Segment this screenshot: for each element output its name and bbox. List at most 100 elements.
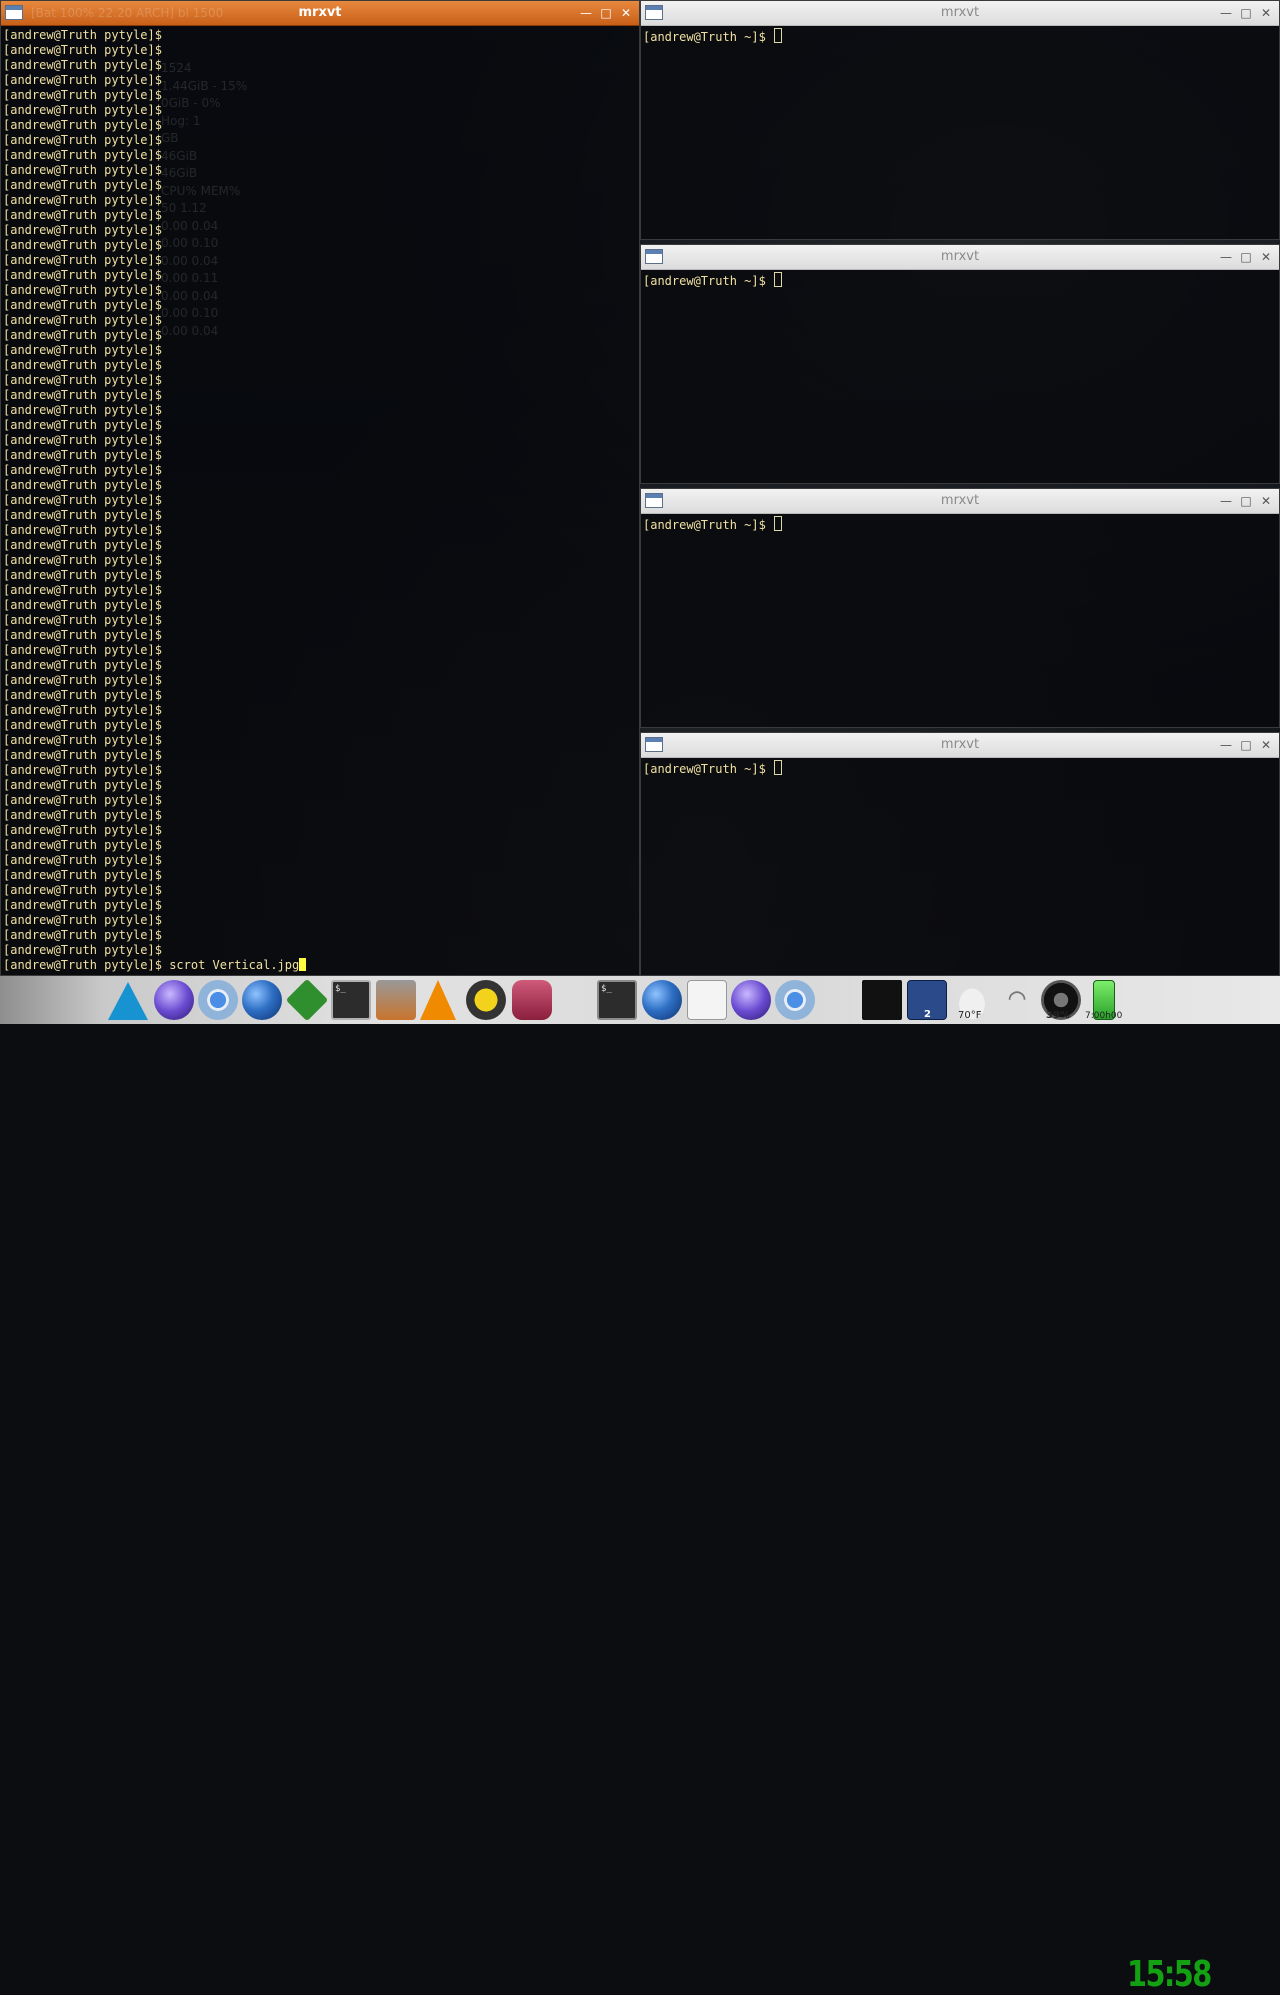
- terminal-line: [andrew@Truth pytyle]$: [3, 883, 637, 898]
- terminal-line: [andrew@Truth pytyle]$: [3, 433, 637, 448]
- shell-prompt: [andrew@Truth pytyle]$: [3, 298, 162, 312]
- shell-prompt: [andrew@Truth pytyle]$: [3, 478, 162, 492]
- shell-prompt: [andrew@Truth pytyle]$: [3, 568, 162, 582]
- shell-prompt: [andrew@Truth pytyle]$: [3, 163, 162, 177]
- database-icon[interactable]: [512, 980, 552, 1020]
- shell-prompt: [andrew@Truth pytyle]$: [3, 103, 162, 117]
- terminal-line: [andrew@Truth pytyle]$: [3, 223, 637, 238]
- minimize-button[interactable]: —: [1217, 248, 1235, 266]
- terminal-output[interactable]: [andrew@Truth pytyle]$ [andrew@Truth pyty…: [1, 27, 639, 975]
- wifi-icon[interactable]: ◠: [997, 980, 1037, 1020]
- shell-prompt: [andrew@Truth pytyle]$: [3, 208, 162, 222]
- app-switcher-icon[interactable]: [862, 980, 902, 1020]
- shell-prompt: [andrew@Truth ~]$: [643, 274, 766, 288]
- window-title: mrxvt: [940, 737, 980, 752]
- terminal-line: [andrew@Truth pytyle]$: [3, 208, 637, 223]
- terminal-output[interactable]: [andrew@Truth ~]$: [641, 27, 1279, 239]
- close-button[interactable]: ✕: [1257, 4, 1275, 22]
- shell-prompt: [andrew@Truth pytyle]$: [3, 403, 162, 417]
- shell-prompt: [andrew@Truth pytyle]$: [3, 928, 162, 942]
- maximize-button[interactable]: □: [1237, 492, 1255, 510]
- document-task-icon[interactable]: [687, 980, 727, 1020]
- window-titlebar[interactable]: mrxvt — □ ✕: [641, 733, 1279, 758]
- command-input[interactable]: scrot Vertical.jpg: [169, 958, 299, 972]
- terminal-line: [andrew@Truth pytyle]$: [3, 703, 637, 718]
- minimize-button[interactable]: —: [577, 4, 595, 22]
- firefox-globe-icon[interactable]: [242, 980, 282, 1020]
- terminal-output[interactable]: [andrew@Truth ~]$: [641, 271, 1279, 483]
- window-titlebar[interactable]: mrxvt — □ ✕: [641, 1, 1279, 26]
- terminal-output[interactable]: [andrew@Truth ~]$: [641, 759, 1279, 975]
- terminal-line: [andrew@Truth pytyle]$: [3, 478, 637, 493]
- window-titlebar[interactable]: [Bat 100% 22.20 ARCH] bl 1500 mrxvt — □ …: [1, 1, 639, 26]
- window-titlebar[interactable]: mrxvt — □ ✕: [641, 489, 1279, 514]
- maximize-button[interactable]: □: [1237, 736, 1255, 754]
- globe-task-icon[interactable]: [642, 980, 682, 1020]
- terminal-line: [andrew@Truth pytyle]$: [3, 568, 637, 583]
- close-button[interactable]: ✕: [1257, 492, 1275, 510]
- terminal-window-1[interactable]: mrxvt — □ ✕ [andrew@Truth ~]$: [640, 0, 1280, 240]
- shell-prompt: [andrew@Truth pytyle]$: [3, 688, 162, 702]
- shell-prompt: [andrew@Truth pytyle]$: [3, 733, 162, 747]
- terminal-line: [andrew@Truth pytyle]$: [3, 748, 637, 763]
- terminal-window-4[interactable]: mrxvt — □ ✕ [andrew@Truth ~]$: [640, 732, 1280, 976]
- shell-prompt: [andrew@Truth ~]$: [643, 762, 766, 776]
- shell-prompt: [andrew@Truth pytyle]$: [3, 553, 162, 567]
- minimize-button[interactable]: —: [1217, 4, 1235, 22]
- volume-percent: 39%: [1046, 1010, 1070, 1021]
- terminal-line: [andrew@Truth pytyle]$: [3, 328, 637, 343]
- terminal-line: [andrew@Truth pytyle]$: [3, 613, 637, 628]
- minimize-button[interactable]: —: [1217, 736, 1235, 754]
- close-button[interactable]: ✕: [1257, 248, 1275, 266]
- text-cursor: [299, 958, 307, 971]
- shell-prompt: [andrew@Truth pytyle]$: [3, 418, 162, 432]
- maximize-button[interactable]: □: [597, 4, 615, 22]
- maximize-button[interactable]: □: [1237, 248, 1255, 266]
- maximize-button[interactable]: □: [1237, 4, 1255, 22]
- terminal-line: [andrew@Truth pytyle]$: [3, 358, 637, 373]
- terminal-line: [andrew@Truth pytyle]$: [3, 853, 637, 868]
- tools-icon[interactable]: [376, 980, 416, 1020]
- shell-prompt: [andrew@Truth pytyle]$: [3, 763, 162, 777]
- terminal-window-main[interactable]: [Bat 100% 22.20 ARCH] bl 1500 mrxvt — □ …: [0, 0, 640, 976]
- orb-task-icon[interactable]: [731, 980, 771, 1020]
- game-icon[interactable]: [466, 980, 506, 1020]
- shell-prompt: [andrew@Truth pytyle]$: [3, 448, 162, 462]
- terminal-line: [andrew@Truth pytyle]$: [3, 793, 637, 808]
- terminal-line: [andrew@Truth pytyle]$: [3, 448, 637, 463]
- shell-prompt: [andrew@Truth pytyle]$: [3, 793, 162, 807]
- terminal-window-3[interactable]: mrxvt — □ ✕ [andrew@Truth ~]$: [640, 488, 1280, 728]
- terminal-line: [andrew@Truth pytyle]$: [3, 238, 637, 253]
- vlc-icon[interactable]: [420, 980, 456, 1020]
- terminal-line: [andrew@Truth pytyle]$: [3, 118, 637, 133]
- terminal-line: [andrew@Truth pytyle]$: [3, 418, 637, 433]
- chromium-task-icon[interactable]: [775, 980, 815, 1020]
- terminal-line: [andrew@Truth pytyle]$: [3, 193, 637, 208]
- terminal-icon[interactable]: $_: [331, 980, 371, 1020]
- close-button[interactable]: ✕: [1257, 736, 1275, 754]
- window-titlebar[interactable]: mrxvt — □ ✕: [641, 245, 1279, 270]
- orb-browser-icon[interactable]: [154, 980, 194, 1020]
- terminal-line: [andrew@Truth pytyle]$: [3, 928, 637, 943]
- terminal-output[interactable]: [andrew@Truth ~]$: [641, 515, 1279, 727]
- terminal-line: [andrew@Truth pytyle]$: [3, 133, 637, 148]
- terminal-line: [andrew@Truth pytyle]$: [3, 253, 637, 268]
- chromium-icon[interactable]: [198, 980, 238, 1020]
- shell-prompt: [andrew@Truth pytyle]$: [3, 358, 162, 372]
- close-button[interactable]: ✕: [617, 4, 635, 22]
- minimize-button[interactable]: —: [1217, 492, 1235, 510]
- shell-prompt: [andrew@Truth pytyle]$: [3, 133, 162, 147]
- shell-prompt: [andrew@Truth pytyle]$: [3, 433, 162, 447]
- terminal-task-icon[interactable]: $_: [597, 980, 637, 1020]
- terminal-line: [andrew@Truth pytyle]$: [3, 868, 637, 883]
- terminal-window-2[interactable]: mrxvt — □ ✕ [andrew@Truth ~]$: [640, 244, 1280, 484]
- vim-icon[interactable]: [285, 978, 329, 1022]
- shell-prompt: [andrew@Truth pytyle]$: [3, 88, 162, 102]
- terminal-line-current: [andrew@Truth pytyle]$ scrot Vertical.jp…: [3, 958, 637, 973]
- shell-prompt: [andrew@Truth pytyle]$: [3, 493, 162, 507]
- terminal-line: [andrew@Truth pytyle]$: [3, 778, 637, 793]
- terminal-line: [andrew@Truth pytyle]$: [3, 373, 637, 388]
- window-title: mrxvt: [940, 493, 980, 508]
- arch-linux-icon[interactable]: [108, 982, 148, 1020]
- shell-prompt: [andrew@Truth pytyle]$: [3, 808, 162, 822]
